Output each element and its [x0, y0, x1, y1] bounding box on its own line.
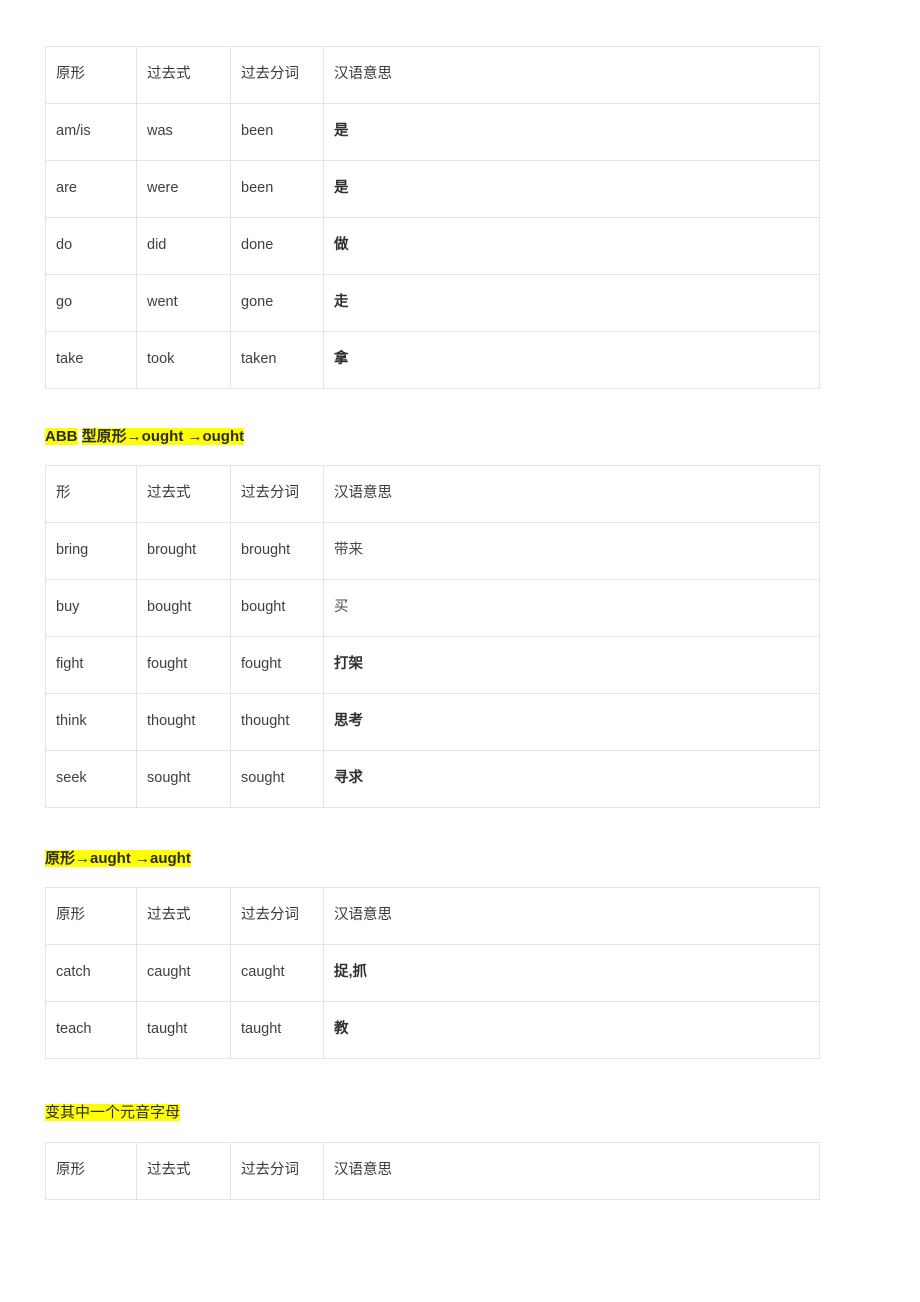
cell-past: brought — [136, 522, 231, 580]
cell-participle: gone — [230, 274, 324, 332]
cell-base: take — [45, 331, 137, 389]
cell-meaning: 买 — [323, 579, 820, 637]
column-header-past: 过去式 — [136, 46, 231, 104]
table-row: take took taken 拿 — [45, 331, 820, 389]
column-header-participle: 过去分词 — [230, 465, 324, 523]
document-page: 原形 过去式 过去分词 汉语意思 am/is was been 是 are we… — [0, 0, 920, 1302]
cell-base: fight — [45, 636, 137, 694]
verb-table-irregular-be-do-go-take: 原形 过去式 过去分词 汉语意思 am/is was been 是 are we… — [45, 46, 820, 389]
cell-base: buy — [45, 579, 137, 637]
cell-base: catch — [45, 944, 137, 1002]
table-row: buy bought bought 买 — [45, 579, 820, 637]
cell-participle: bought — [230, 579, 324, 637]
table-header-row: 原形 过去式 过去分词 汉语意思 — [45, 1142, 820, 1200]
cell-participle: been — [230, 103, 324, 161]
table-header-row: 原形 过去式 过去分词 汉语意思 — [45, 46, 820, 104]
column-header-base: 形 — [45, 465, 137, 523]
section-heading-vowel-change: 变其中一个元音字母 — [45, 1104, 819, 1122]
cell-meaning: 教 — [323, 1001, 820, 1059]
column-header-participle: 过去分词 — [230, 1142, 324, 1200]
cell-participle: caught — [230, 944, 324, 1002]
cell-base: go — [45, 274, 137, 332]
cell-base: am/is — [45, 103, 137, 161]
cell-meaning: 打架 — [323, 636, 820, 694]
heading-part-rule: 型原形→ought →ought — [81, 428, 245, 445]
cell-base: seek — [45, 750, 137, 808]
table-row: think thought thought 思考 — [45, 693, 820, 751]
cell-past: thought — [136, 693, 231, 751]
cell-participle: done — [230, 217, 324, 275]
cell-meaning: 思考 — [323, 693, 820, 751]
column-header-past: 过去式 — [136, 1142, 231, 1200]
cell-base: think — [45, 693, 137, 751]
cell-participle: thought — [230, 693, 324, 751]
cell-meaning: 带来 — [323, 522, 820, 580]
cell-participle: sought — [230, 750, 324, 808]
table-row: fight fought fought 打架 — [45, 636, 820, 694]
table-row: are were been 是 — [45, 160, 820, 218]
column-header-past: 过去式 — [136, 465, 231, 523]
cell-meaning: 寻求 — [323, 750, 820, 808]
table-row: seek sought sought 寻求 — [45, 750, 820, 808]
cell-participle: brought — [230, 522, 324, 580]
cell-past: took — [136, 331, 231, 389]
table-header-row: 形 过去式 过去分词 汉语意思 — [45, 465, 820, 523]
heading-part-abb: ABB — [45, 428, 78, 445]
cell-base: are — [45, 160, 137, 218]
table-row: bring brought brought 带来 — [45, 522, 820, 580]
verb-table-aught: 原形 过去式 过去分词 汉语意思 catch caught caught 捉,抓… — [45, 887, 820, 1059]
cell-participle: fought — [230, 636, 324, 694]
cell-past: fought — [136, 636, 231, 694]
cell-meaning: 捉,抓 — [323, 944, 820, 1002]
column-header-past: 过去式 — [136, 887, 231, 945]
cell-past: taught — [136, 1001, 231, 1059]
column-header-meaning: 汉语意思 — [323, 887, 820, 945]
cell-base: teach — [45, 1001, 137, 1059]
document-content: 原形 过去式 过去分词 汉语意思 am/is was been 是 are we… — [45, 46, 820, 1200]
table-row: do did done 做 — [45, 217, 820, 275]
column-header-participle: 过去分词 — [230, 887, 324, 945]
cell-meaning: 拿 — [323, 331, 820, 389]
column-header-meaning: 汉语意思 — [323, 1142, 820, 1200]
cell-past: caught — [136, 944, 231, 1002]
cell-participle: taken — [230, 331, 324, 389]
verb-table-ought: 形 过去式 过去分词 汉语意思 bring brought brought 带来… — [45, 465, 820, 808]
column-header-meaning: 汉语意思 — [323, 465, 820, 523]
cell-meaning: 做 — [323, 217, 820, 275]
column-header-base: 原形 — [45, 1142, 137, 1200]
cell-meaning: 走 — [323, 274, 820, 332]
heading-part-rule: 原形→aught →aught — [45, 850, 191, 867]
table-row: go went gone 走 — [45, 274, 820, 332]
cell-base: bring — [45, 522, 137, 580]
cell-past: did — [136, 217, 231, 275]
cell-past: bought — [136, 579, 231, 637]
table-row: am/is was been 是 — [45, 103, 820, 161]
heading-part-rule: 变其中一个元音字母 — [45, 1104, 181, 1121]
cell-participle: taught — [230, 1001, 324, 1059]
cell-base: do — [45, 217, 137, 275]
section-heading-aught: 原形→aught →aught — [45, 850, 819, 868]
column-header-meaning: 汉语意思 — [323, 46, 820, 104]
cell-past: was — [136, 103, 231, 161]
column-header-base: 原形 — [45, 887, 137, 945]
column-header-base: 原形 — [45, 46, 137, 104]
cell-past: were — [136, 160, 231, 218]
cell-past: sought — [136, 750, 231, 808]
table-header-row: 原形 过去式 过去分词 汉语意思 — [45, 887, 820, 945]
table-row: catch caught caught 捉,抓 — [45, 944, 820, 1002]
cell-participle: been — [230, 160, 324, 218]
verb-table-vowel-change: 原形 过去式 过去分词 汉语意思 — [45, 1142, 820, 1200]
column-header-participle: 过去分词 — [230, 46, 324, 104]
cell-meaning: 是 — [323, 160, 820, 218]
cell-meaning: 是 — [323, 103, 820, 161]
table-row: teach taught taught 教 — [45, 1001, 820, 1059]
cell-past: went — [136, 274, 231, 332]
section-heading-ought: ABB 型原形→ought →ought — [45, 428, 819, 446]
